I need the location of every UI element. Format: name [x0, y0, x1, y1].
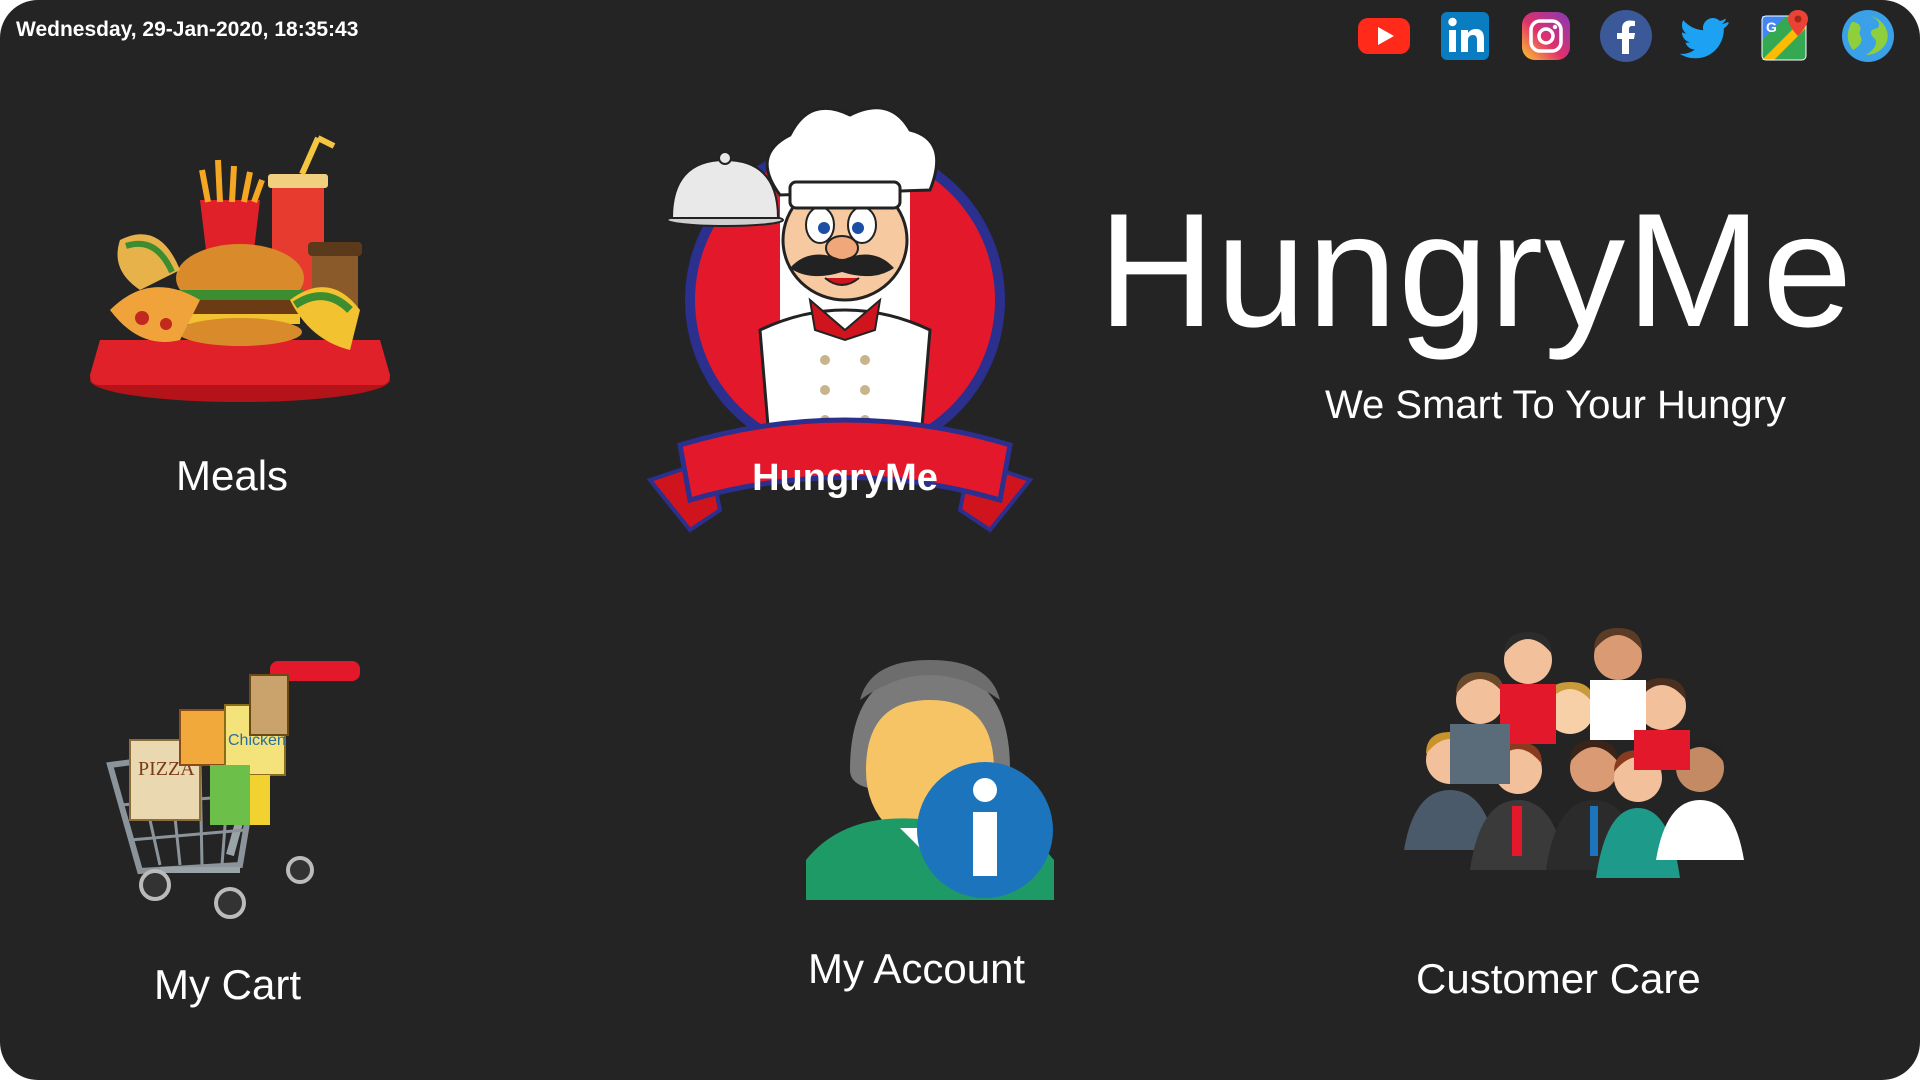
hungryme-logo: HungryMe — [640, 100, 1040, 545]
customer-care-icon — [1404, 628, 1744, 878]
my-cart-tile[interactable]: PIZZA Chicken My Cart — [100, 655, 400, 1015]
instagram-icon[interactable] — [1518, 8, 1574, 64]
datetime-display: Wednesday, 29-Jan-2020, 18:35:43 — [16, 18, 359, 41]
app-window: Wednesday, 29-Jan-2020, 18:35:43 G Meals… — [0, 0, 1920, 1080]
meals-tile[interactable]: Meals — [80, 130, 400, 510]
facebook-icon[interactable] — [1598, 8, 1654, 64]
linkedin-icon[interactable] — [1437, 8, 1493, 64]
google-maps-icon[interactable]: G — [1758, 8, 1814, 64]
svg-text:G: G — [1766, 19, 1777, 35]
brand-title: HungryMe — [1098, 180, 1854, 361]
account-info-icon — [806, 660, 1054, 900]
globe-icon[interactable] — [1840, 8, 1896, 64]
shopping-cart-icon: PIZZA Chicken — [106, 661, 360, 919]
twitter-icon[interactable] — [1678, 8, 1734, 64]
meals-label: Meals — [176, 452, 289, 499]
customer-care-tile[interactable]: Customer Care — [1400, 620, 1760, 1020]
my-cart-label: My Cart — [154, 961, 301, 1008]
my-account-tile[interactable]: My Account — [800, 640, 1080, 1000]
logo-banner-text: HungryMe — [752, 457, 938, 499]
customer-care-label: Customer Care — [1416, 955, 1701, 1002]
my-account-label: My Account — [808, 945, 1026, 992]
youtube-icon[interactable] — [1356, 8, 1412, 64]
meals-icon — [90, 135, 390, 402]
brand-tagline: We Smart To Your Hungry — [1325, 383, 1786, 427]
